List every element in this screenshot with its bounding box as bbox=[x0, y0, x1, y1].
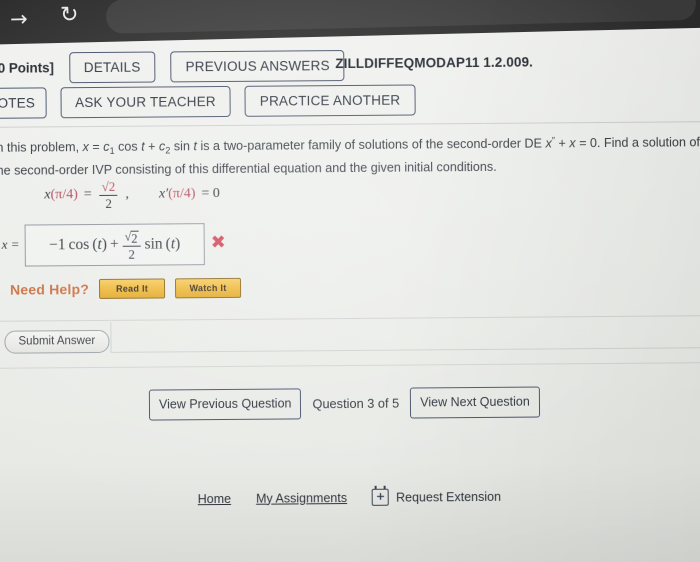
reload-icon[interactable]: ↻ bbox=[60, 2, 79, 27]
ic-x-arg: (π/4) bbox=[50, 187, 78, 203]
address-bar[interactable] bbox=[105, 0, 697, 34]
ic-xprime-label: x′ bbox=[158, 186, 169, 202]
watch-it-button[interactable]: Watch It bbox=[174, 277, 242, 299]
stmt-seg-3: is a two-parameter family of solutions o… bbox=[196, 136, 546, 154]
points-row: 20 Points] DETAILS PREVIOUS ANSWERS bbox=[0, 50, 345, 84]
view-next-question-button[interactable]: View Next Question bbox=[410, 386, 540, 419]
question-navigation: View Previous Question Question 3 of 5 V… bbox=[148, 386, 540, 421]
stmt-seg-1: In this problem, bbox=[0, 140, 83, 155]
stmt-sin: sin bbox=[170, 139, 194, 154]
stmt-line-2: the second-order IVP consisting of this … bbox=[0, 159, 497, 178]
header-divider bbox=[0, 121, 700, 128]
answer-sqrt-radicand: 2 bbox=[130, 230, 139, 246]
ask-your-teacher-button[interactable]: ASK YOUR TEACHER bbox=[59, 85, 231, 119]
answer-coefficient: −1 bbox=[49, 236, 66, 254]
page-content: 20 Points] DETAILS PREVIOUS ANSWERS ZILL… bbox=[0, 0, 700, 562]
notes-row: NOTES ASK YOUR TEACHER PRACTICE ANOTHER bbox=[0, 84, 416, 119]
previous-answers-button[interactable]: PREVIOUS ANSWERS bbox=[170, 50, 345, 83]
answer-var-2: t bbox=[170, 235, 176, 253]
stmt-seg-5: = 0. Find a solution of bbox=[575, 135, 700, 151]
answer-fraction: √ 2 2 bbox=[122, 228, 141, 262]
calendar-plus-glyph: + bbox=[375, 489, 386, 503]
stmt-cos: cos bbox=[114, 139, 142, 154]
ic-frac-denominator: 2 bbox=[105, 195, 112, 211]
stmt-seg-2: = bbox=[88, 139, 104, 155]
answer-cos: cos bbox=[68, 236, 90, 254]
details-button[interactable]: DETAILS bbox=[68, 51, 156, 84]
wrong-answer-x-icon: ✖ bbox=[210, 231, 226, 254]
question-counter: Question 3 of 5 bbox=[312, 395, 400, 412]
stmt-plus: + bbox=[144, 139, 160, 154]
practice-another-button[interactable]: PRACTICE ANOTHER bbox=[244, 84, 416, 117]
answer-input[interactable]: −1 cos (t) + √ 2 2 sin (t) bbox=[24, 223, 205, 267]
points-label: 20 Points] bbox=[0, 60, 54, 76]
ic-xprime-arg: (π/4) bbox=[168, 186, 196, 202]
answer-var-1: t bbox=[97, 235, 102, 253]
calendar-plus-icon: + bbox=[371, 488, 390, 506]
request-extension-link[interactable]: + Request Extension bbox=[371, 488, 502, 506]
initial-conditions: x(π/4) = √2 2 , x′(π/4) = 0 bbox=[44, 179, 220, 211]
answer-plus: + bbox=[109, 235, 119, 253]
answer-expression: −1 cos (t) + √ 2 2 sin (t) bbox=[49, 228, 181, 262]
view-previous-question-button[interactable]: View Previous Question bbox=[148, 388, 302, 421]
answer-frac-numerator: √ 2 bbox=[122, 228, 141, 248]
section-divider bbox=[0, 362, 700, 369]
submit-panel bbox=[110, 317, 700, 353]
screenshot-root: → ↻ 20 Points] DETAILS PREVIOUS ANSWERS … bbox=[0, 0, 700, 562]
notes-button[interactable]: NOTES bbox=[0, 87, 47, 119]
answer-x-label: x = bbox=[1, 236, 20, 252]
answer-sin: sin bbox=[144, 235, 163, 253]
arrow-forward-icon[interactable]: → bbox=[10, 7, 28, 31]
ic-comma: , bbox=[125, 186, 129, 202]
answer-frac-denominator: 2 bbox=[128, 246, 135, 262]
ic-equals: = bbox=[83, 187, 92, 203]
problem-statement: In this problem, x = c1 cos t + c2 sin t… bbox=[0, 130, 700, 181]
ic-fraction: √2 2 bbox=[99, 179, 118, 211]
footer-links: Home My Assignments + Request Extension bbox=[198, 488, 501, 507]
request-extension-label: Request Extension bbox=[396, 489, 502, 505]
need-help-row: Need Help? Read It Watch It bbox=[9, 277, 242, 300]
home-link[interactable]: Home bbox=[198, 491, 231, 505]
question-code: ZILLDIFFEQMODAP11 1.2.009. bbox=[335, 54, 534, 72]
ic-xprime-equals: = 0 bbox=[201, 186, 220, 202]
stmt-seg-4: + bbox=[554, 136, 570, 151]
read-it-button[interactable]: Read It bbox=[98, 278, 166, 299]
ic-frac-numerator: √2 bbox=[99, 179, 118, 196]
my-assignments-link[interactable]: My Assignments bbox=[256, 491, 347, 506]
need-help-label: Need Help? bbox=[9, 281, 90, 298]
submit-answer-button[interactable]: Submit Answer bbox=[4, 329, 110, 354]
